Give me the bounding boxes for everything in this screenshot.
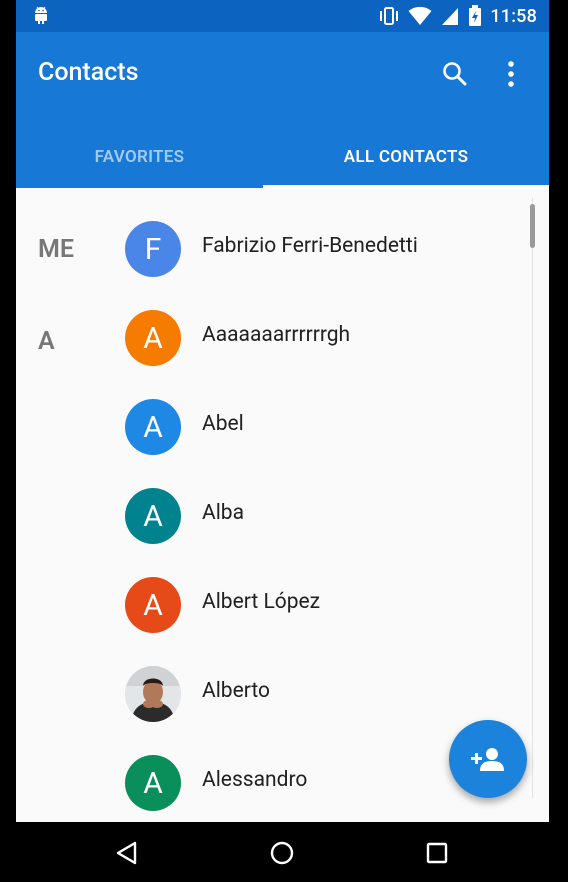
recents-icon bbox=[426, 842, 448, 864]
list-item[interactable]: A Albert López bbox=[16, 561, 549, 650]
contact-name: Alessandro bbox=[202, 768, 308, 792]
more-options-button[interactable] bbox=[495, 58, 527, 90]
contact-name: Fabrizio Ferri-Benedetti bbox=[202, 234, 418, 258]
back-button[interactable] bbox=[110, 836, 144, 870]
avatar-photo bbox=[125, 666, 181, 722]
section-header-a: A bbox=[38, 327, 55, 356]
avatar: A bbox=[125, 399, 181, 455]
status-time: 11:58 bbox=[490, 5, 537, 27]
tab-favorites[interactable]: FAVORITES bbox=[16, 128, 263, 186]
more-vert-icon bbox=[508, 61, 514, 87]
contact-name: Alba bbox=[202, 501, 245, 525]
contact-name: Aaaaaaarrrrrrgh bbox=[202, 323, 351, 347]
battery-icon bbox=[469, 5, 482, 26]
list-item[interactable]: A Abel bbox=[16, 383, 549, 472]
android-icon bbox=[35, 6, 47, 24]
contact-name: Albert López bbox=[202, 590, 321, 614]
navigation-bar bbox=[0, 822, 568, 882]
search-icon bbox=[443, 62, 467, 86]
avatar: A bbox=[125, 577, 181, 633]
list-item[interactable]: A A Aaaaaaarrrrrrgh bbox=[16, 294, 549, 383]
vibrate-icon bbox=[380, 7, 399, 25]
add-contact-button[interactable] bbox=[449, 720, 527, 798]
avatar: A bbox=[125, 755, 181, 811]
add-person-icon bbox=[471, 748, 504, 771]
list-item[interactable]: ME F Fabrizio Ferri-Benedetti bbox=[16, 205, 549, 294]
tab-all-contacts[interactable]: ALL CONTACTS bbox=[263, 128, 549, 186]
scrollbar-thumb[interactable] bbox=[530, 204, 535, 248]
contact-name: Alberto bbox=[202, 679, 271, 703]
list-item[interactable]: A Alba bbox=[16, 472, 549, 561]
status-bar: 11:58 bbox=[16, 0, 549, 32]
contacts-screen: 11:58 Contacts FAVORITES ALL CONTACTS ME… bbox=[16, 0, 549, 822]
status-icons: 11:58 bbox=[378, 4, 537, 28]
app-title: Contacts bbox=[38, 58, 139, 87]
avatar: A bbox=[125, 488, 181, 544]
person-photo-icon bbox=[125, 666, 181, 722]
wifi-icon bbox=[408, 6, 432, 25]
back-icon bbox=[116, 841, 137, 865]
home-icon bbox=[270, 841, 294, 865]
cell-signal-icon bbox=[442, 8, 459, 25]
scroll-track bbox=[532, 198, 533, 798]
recents-button[interactable] bbox=[420, 836, 454, 870]
app-bar: Contacts FAVORITES ALL CONTACTS bbox=[16, 32, 549, 189]
contact-name: Abel bbox=[202, 412, 244, 436]
section-header-me: ME bbox=[38, 235, 74, 264]
avatar: A bbox=[125, 310, 181, 366]
home-button[interactable] bbox=[265, 836, 299, 870]
avatar: F bbox=[125, 221, 181, 277]
search-button[interactable] bbox=[439, 58, 471, 90]
